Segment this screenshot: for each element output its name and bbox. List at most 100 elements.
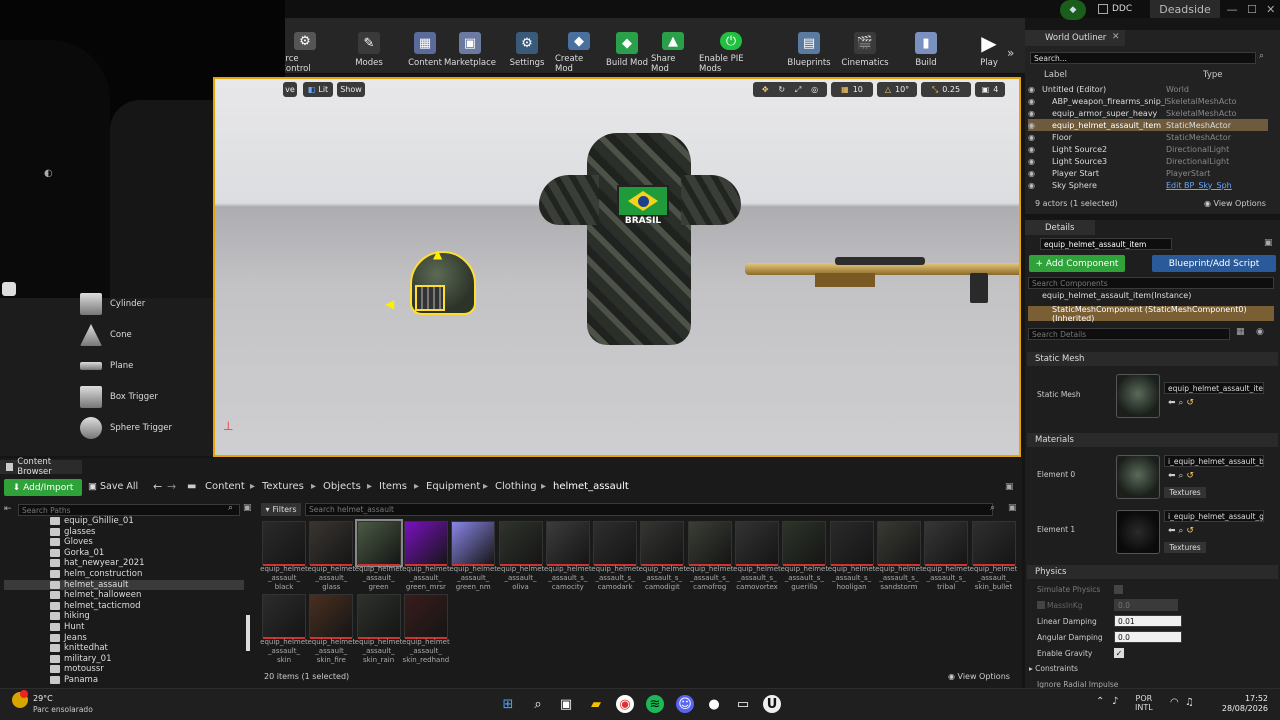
element1-thumbnail[interactable] bbox=[1116, 510, 1160, 554]
project-tab[interactable]: Deadside bbox=[1150, 0, 1220, 18]
folder-tree-item[interactable]: motoussr bbox=[50, 664, 245, 674]
breadcrumb-item[interactable]: Clothing bbox=[495, 481, 537, 492]
breadcrumb-item[interactable]: Items bbox=[379, 481, 407, 492]
visibility-eye-icon[interactable]: ◉ bbox=[1028, 97, 1042, 106]
asset-thumbnail[interactable] bbox=[593, 521, 638, 566]
enable-gravity-checkbox[interactable]: ✓ bbox=[1114, 648, 1124, 658]
asset-thumbnail[interactable] bbox=[451, 521, 496, 566]
chrome-icon[interactable]: ◉ bbox=[616, 695, 634, 713]
asset-thumbnail[interactable] bbox=[829, 521, 874, 566]
browse-icon[interactable]: ⌕ bbox=[1178, 526, 1183, 536]
folder-tree-item[interactable]: knittedhat bbox=[50, 643, 245, 653]
static-mesh-dropdown[interactable]: equip_helmet_assault_item bbox=[1164, 382, 1264, 394]
spotify-icon[interactable]: ≋ bbox=[646, 695, 664, 713]
move-icon[interactable]: ✥ bbox=[762, 85, 769, 94]
file-explorer-icon[interactable]: ▰ bbox=[587, 695, 605, 713]
search-assets-input[interactable]: Search helmet_assault bbox=[305, 503, 993, 516]
reset-icon[interactable]: ↺ bbox=[1186, 526, 1194, 536]
asset-thumbnail[interactable] bbox=[924, 521, 969, 566]
reset-icon[interactable]: ↺ bbox=[1186, 471, 1194, 481]
browse-icon[interactable]: ⌕ bbox=[1178, 471, 1183, 481]
ddc-label[interactable]: DDC bbox=[1098, 1, 1144, 17]
windows-start-icon[interactable]: ⊞ bbox=[499, 695, 517, 713]
minimize-icon[interactable]: — bbox=[1227, 3, 1238, 16]
toolbar-button-enable-pie[interactable]: ⏻ Enable PIE Mods bbox=[699, 32, 763, 74]
constraints-row[interactable]: ▸ Constraints bbox=[1029, 664, 1078, 673]
folder-tree-item[interactable]: Gorka_01 bbox=[50, 548, 245, 558]
asset-thumbnail[interactable] bbox=[354, 519, 403, 567]
folder-tree-item[interactable]: hat_newyear_2021 bbox=[50, 558, 245, 568]
transform-tools[interactable]: ✥ ↻ ⤢ ◎ bbox=[753, 82, 827, 97]
asset-label[interactable]: equip_helmet _assault_s_ tribal bbox=[922, 565, 970, 592]
toolbar-button-cinematics[interactable]: 🎬 Cinematics bbox=[841, 32, 889, 74]
clock[interactable]: 17:52 28/08/2026 bbox=[1220, 694, 1268, 714]
section-physics[interactable]: Physics bbox=[1027, 565, 1278, 579]
asset-thumbnail[interactable] bbox=[262, 594, 306, 639]
asset-label[interactable]: equip_helmet _assault_ black bbox=[260, 565, 308, 592]
folder-tree-item[interactable]: Gloves bbox=[50, 537, 245, 547]
visibility-eye-icon[interactable]: ◉ bbox=[1028, 157, 1042, 166]
collapse-tree-icon[interactable]: ⇤ bbox=[4, 504, 12, 514]
blueprint-add-script-button[interactable]: Blueprint/Add Script bbox=[1152, 255, 1276, 272]
asset-label[interactable]: equip_helmet _assault_ glass bbox=[307, 565, 355, 592]
language-indicator[interactable]: POR INTL bbox=[1135, 694, 1153, 712]
asset-label[interactable]: equip_helmet _assault_s_ camocity bbox=[544, 565, 592, 592]
asset-label[interactable]: equip_helmet _assault_ skin_rain bbox=[355, 638, 403, 665]
folder-tree-item[interactable]: military_01 bbox=[50, 654, 245, 664]
breadcrumb-item[interactable]: Objects bbox=[323, 481, 361, 492]
level-viewport[interactable]: ve ◧ Lit Show ✥ ↻ ⤢ ◎ ▦ 10 △ 10° ⤡ 0.25 … bbox=[213, 77, 1021, 457]
asset-label[interactable]: equip_helmet _assault_s_ camovortex bbox=[733, 565, 781, 592]
toolbar-overflow-icon[interactable]: » bbox=[1007, 46, 1014, 60]
asset-label[interactable]: equip_helmet _assault_s_ camofrog bbox=[686, 565, 734, 592]
github-icon[interactable]: ● bbox=[705, 695, 723, 713]
breadcrumb-item[interactable]: Equipment bbox=[426, 481, 480, 492]
filters-button[interactable]: ▾ Filters bbox=[261, 503, 301, 516]
folder-tree-item[interactable]: helmet_halloween bbox=[50, 590, 245, 600]
outliner-col-label[interactable]: Label bbox=[1044, 70, 1067, 80]
asset-label[interactable]: equip_helmet _assault_ oliva bbox=[497, 565, 545, 592]
grid-view-icon[interactable]: ▦ bbox=[1236, 327, 1245, 337]
scale-icon[interactable]: ⤢ bbox=[795, 85, 801, 95]
element0-thumbnail[interactable] bbox=[1116, 455, 1160, 499]
row-type-link[interactable]: Edit BP_Sky_Sph bbox=[1166, 181, 1236, 190]
asset-label[interactable]: equip_helmet _assault_ skin_redhand bbox=[402, 638, 450, 665]
asset-thumbnail[interactable] bbox=[782, 521, 827, 566]
element0-textures-button[interactable]: Textures bbox=[1164, 487, 1206, 498]
asset-settings-icon[interactable]: ▣ bbox=[1008, 503, 1017, 513]
toolbar-button-modes[interactable]: ✎ Modes bbox=[345, 32, 393, 74]
search-icon[interactable]: ⌕ bbox=[529, 695, 547, 713]
asset-label[interactable]: equip_helmet _assault_s_ sandstorm bbox=[875, 565, 923, 592]
viewport-options-button[interactable]: ve bbox=[283, 82, 297, 97]
visibility-eye-icon[interactable]: ◉ bbox=[1028, 169, 1042, 178]
mode-item-plane[interactable]: Plane bbox=[80, 352, 210, 380]
outliner-row-selected[interactable]: ◉ equip_helmet_assault_item StaticMeshActo… bbox=[1028, 119, 1268, 131]
lock-icon[interactable]: ▣ bbox=[1005, 482, 1014, 492]
rotate-icon[interactable]: ↻ bbox=[778, 85, 785, 94]
outliner-row[interactable]: ◉ ABP_weapon_firearms_snip_barretSkeletal… bbox=[1028, 95, 1268, 107]
element1-textures-button[interactable]: Textures bbox=[1164, 542, 1206, 553]
linear-damping-input[interactable]: 0.01 bbox=[1114, 615, 1182, 627]
asset-thumbnail[interactable] bbox=[876, 521, 921, 566]
visibility-eye-icon[interactable]: ◉ bbox=[1028, 109, 1042, 118]
static-mesh-thumbnail[interactable] bbox=[1116, 374, 1160, 418]
toolbar-button-blueprints[interactable]: ▤ Blueprints bbox=[785, 32, 833, 74]
toolbar-button-create-mod[interactable]: ◆ Create Mod bbox=[555, 32, 603, 74]
lock-icon[interactable]: ▣ bbox=[1264, 238, 1273, 248]
reset-icon[interactable]: ↺ bbox=[1186, 398, 1194, 408]
outliner-row[interactable]: ◉ Light Source3 DirectionalLight bbox=[1028, 155, 1268, 167]
folder-tree-item[interactable]: helmet_assault bbox=[4, 579, 244, 590]
toolbar-button-build-mod[interactable]: ◆ Build Mod bbox=[605, 32, 649, 74]
outliner-row[interactable]: ◉ Untitled (Editor) World bbox=[1028, 83, 1268, 95]
folder-tree-item[interactable]: helm_construction bbox=[50, 569, 245, 579]
outliner-search-input[interactable]: Search... bbox=[1030, 52, 1256, 64]
armor-mesh[interactable] bbox=[587, 133, 691, 345]
outliner-row[interactable]: ◉ Sky Sphere Edit BP_Sky_Sph bbox=[1028, 179, 1268, 191]
weather-desc[interactable]: Parc ensolarado bbox=[33, 705, 93, 714]
toolbar-button-build[interactable]: ▮ Build bbox=[905, 32, 947, 74]
asset-thumbnail[interactable] bbox=[403, 594, 448, 639]
breadcrumb-item[interactable]: Content bbox=[205, 481, 245, 492]
mass-override-checkbox[interactable] bbox=[1037, 601, 1045, 609]
asset-thumbnail[interactable] bbox=[309, 594, 354, 639]
asset-thumbnail[interactable] bbox=[735, 521, 779, 566]
toolbar-button-content[interactable]: ▦ Content bbox=[403, 32, 447, 74]
